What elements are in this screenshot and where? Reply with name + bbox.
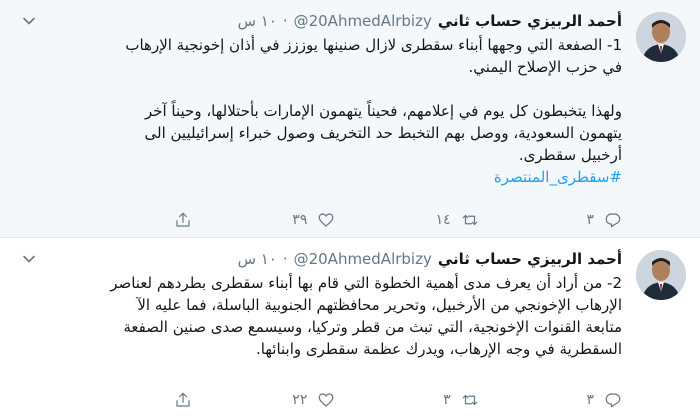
- avatar[interactable]: [636, 12, 686, 62]
- avatar-photo: [636, 12, 686, 62]
- retweet-count: ٣: [443, 392, 451, 408]
- share-icon: [176, 212, 190, 227]
- hashtag-link[interactable]: #سقطرى_المنتصرة: [494, 168, 622, 186]
- author-name[interactable]: أحمد الربيزي حساب ثاني: [438, 10, 622, 32]
- reply-count: ٣: [586, 212, 594, 228]
- like-icon: [318, 393, 334, 407]
- tweet-line: يتهمون السعودية، ووصل بهم التخبط حد التخ…: [144, 124, 623, 142]
- tweet-line: 2- من أراد أن يعرف مدى أهمية الخطوة التي…: [110, 274, 622, 292]
- retweet-icon: [462, 394, 478, 406]
- tweet-line: السقطرية في وجه الإرهاب، ويدرك عظمة سقطر…: [256, 340, 622, 358]
- reply-button[interactable]: ٣: [532, 391, 622, 409]
- share-icon: [176, 392, 190, 407]
- retweet-icon: [462, 214, 478, 226]
- author-name[interactable]: أحمد الربيزي حساب ثاني: [438, 248, 622, 270]
- like-count: ٢٢: [292, 392, 308, 408]
- like-icon: [318, 213, 334, 227]
- like-button[interactable]: ٢٢: [245, 391, 335, 409]
- separator-dot: ·: [282, 12, 288, 30]
- author-handle[interactable]: @20AhmedAlrbizy: [294, 10, 432, 32]
- reply-icon: [605, 213, 621, 228]
- avatar[interactable]: [636, 250, 686, 300]
- avatar-photo: [636, 250, 686, 300]
- tweet-actions: ٣ ١٤ ٣٩: [102, 211, 622, 229]
- tweet-line: الإرهاب الإخونجي من الأرخبيل، وتحرير محا…: [137, 296, 622, 314]
- tweet-card[interactable]: أحمد الربيزي حساب ثاني @20AhmedAlrbizy ·…: [0, 0, 700, 238]
- retweet-button[interactable]: ٣: [389, 391, 479, 409]
- tweet-line: في حزب الإصلاح اليمني.: [468, 58, 622, 76]
- reply-button[interactable]: ٣: [532, 211, 622, 229]
- chevron-down-icon[interactable]: [22, 14, 36, 28]
- tweet-line: 1- الصفعة التي وجهها أبناء سقطرى لازال ص…: [125, 36, 622, 54]
- tweet-time[interactable]: ١٠ س: [238, 10, 277, 32]
- tweet-time[interactable]: ١٠ س: [238, 248, 277, 270]
- share-button[interactable]: [102, 391, 192, 409]
- like-button[interactable]: ٣٩: [245, 211, 335, 229]
- retweet-count: ١٤: [435, 212, 451, 228]
- separator-dot: ·: [282, 250, 288, 268]
- tweet-line: ولهذا يتخبطون كل يوم في إعلامهم، فحيناً …: [144, 102, 622, 120]
- tweet-text: 1- الصفعة التي وجهها أبناء سقطرى لازال ص…: [14, 34, 622, 188]
- reply-count: ٣: [586, 392, 594, 408]
- tweet-header: أحمد الربيزي حساب ثاني @20AhmedAlrbizy ·…: [14, 248, 622, 270]
- retweet-button[interactable]: ١٤: [389, 211, 479, 229]
- chevron-down-icon[interactable]: [22, 252, 36, 266]
- author-handle[interactable]: @20AhmedAlrbizy: [294, 248, 432, 270]
- tweet-text: 2- من أراد أن يعرف مدى أهمية الخطوة التي…: [14, 272, 622, 360]
- tweet-card[interactable]: أحمد الربيزي حساب ثاني @20AhmedAlrbizy ·…: [0, 238, 700, 417]
- tweet-header: أحمد الربيزي حساب ثاني @20AhmedAlrbizy ·…: [14, 10, 622, 32]
- tweet-line: أرخبيل سقطرى.: [518, 146, 622, 164]
- like-count: ٣٩: [292, 212, 308, 228]
- tweet-line: متابعة القنوات الإخونجية، التي تبث من قط…: [123, 318, 622, 336]
- reply-icon: [605, 393, 621, 408]
- share-button[interactable]: [102, 211, 192, 229]
- tweet-actions: ٣ ٣ ٢٢: [102, 391, 622, 409]
